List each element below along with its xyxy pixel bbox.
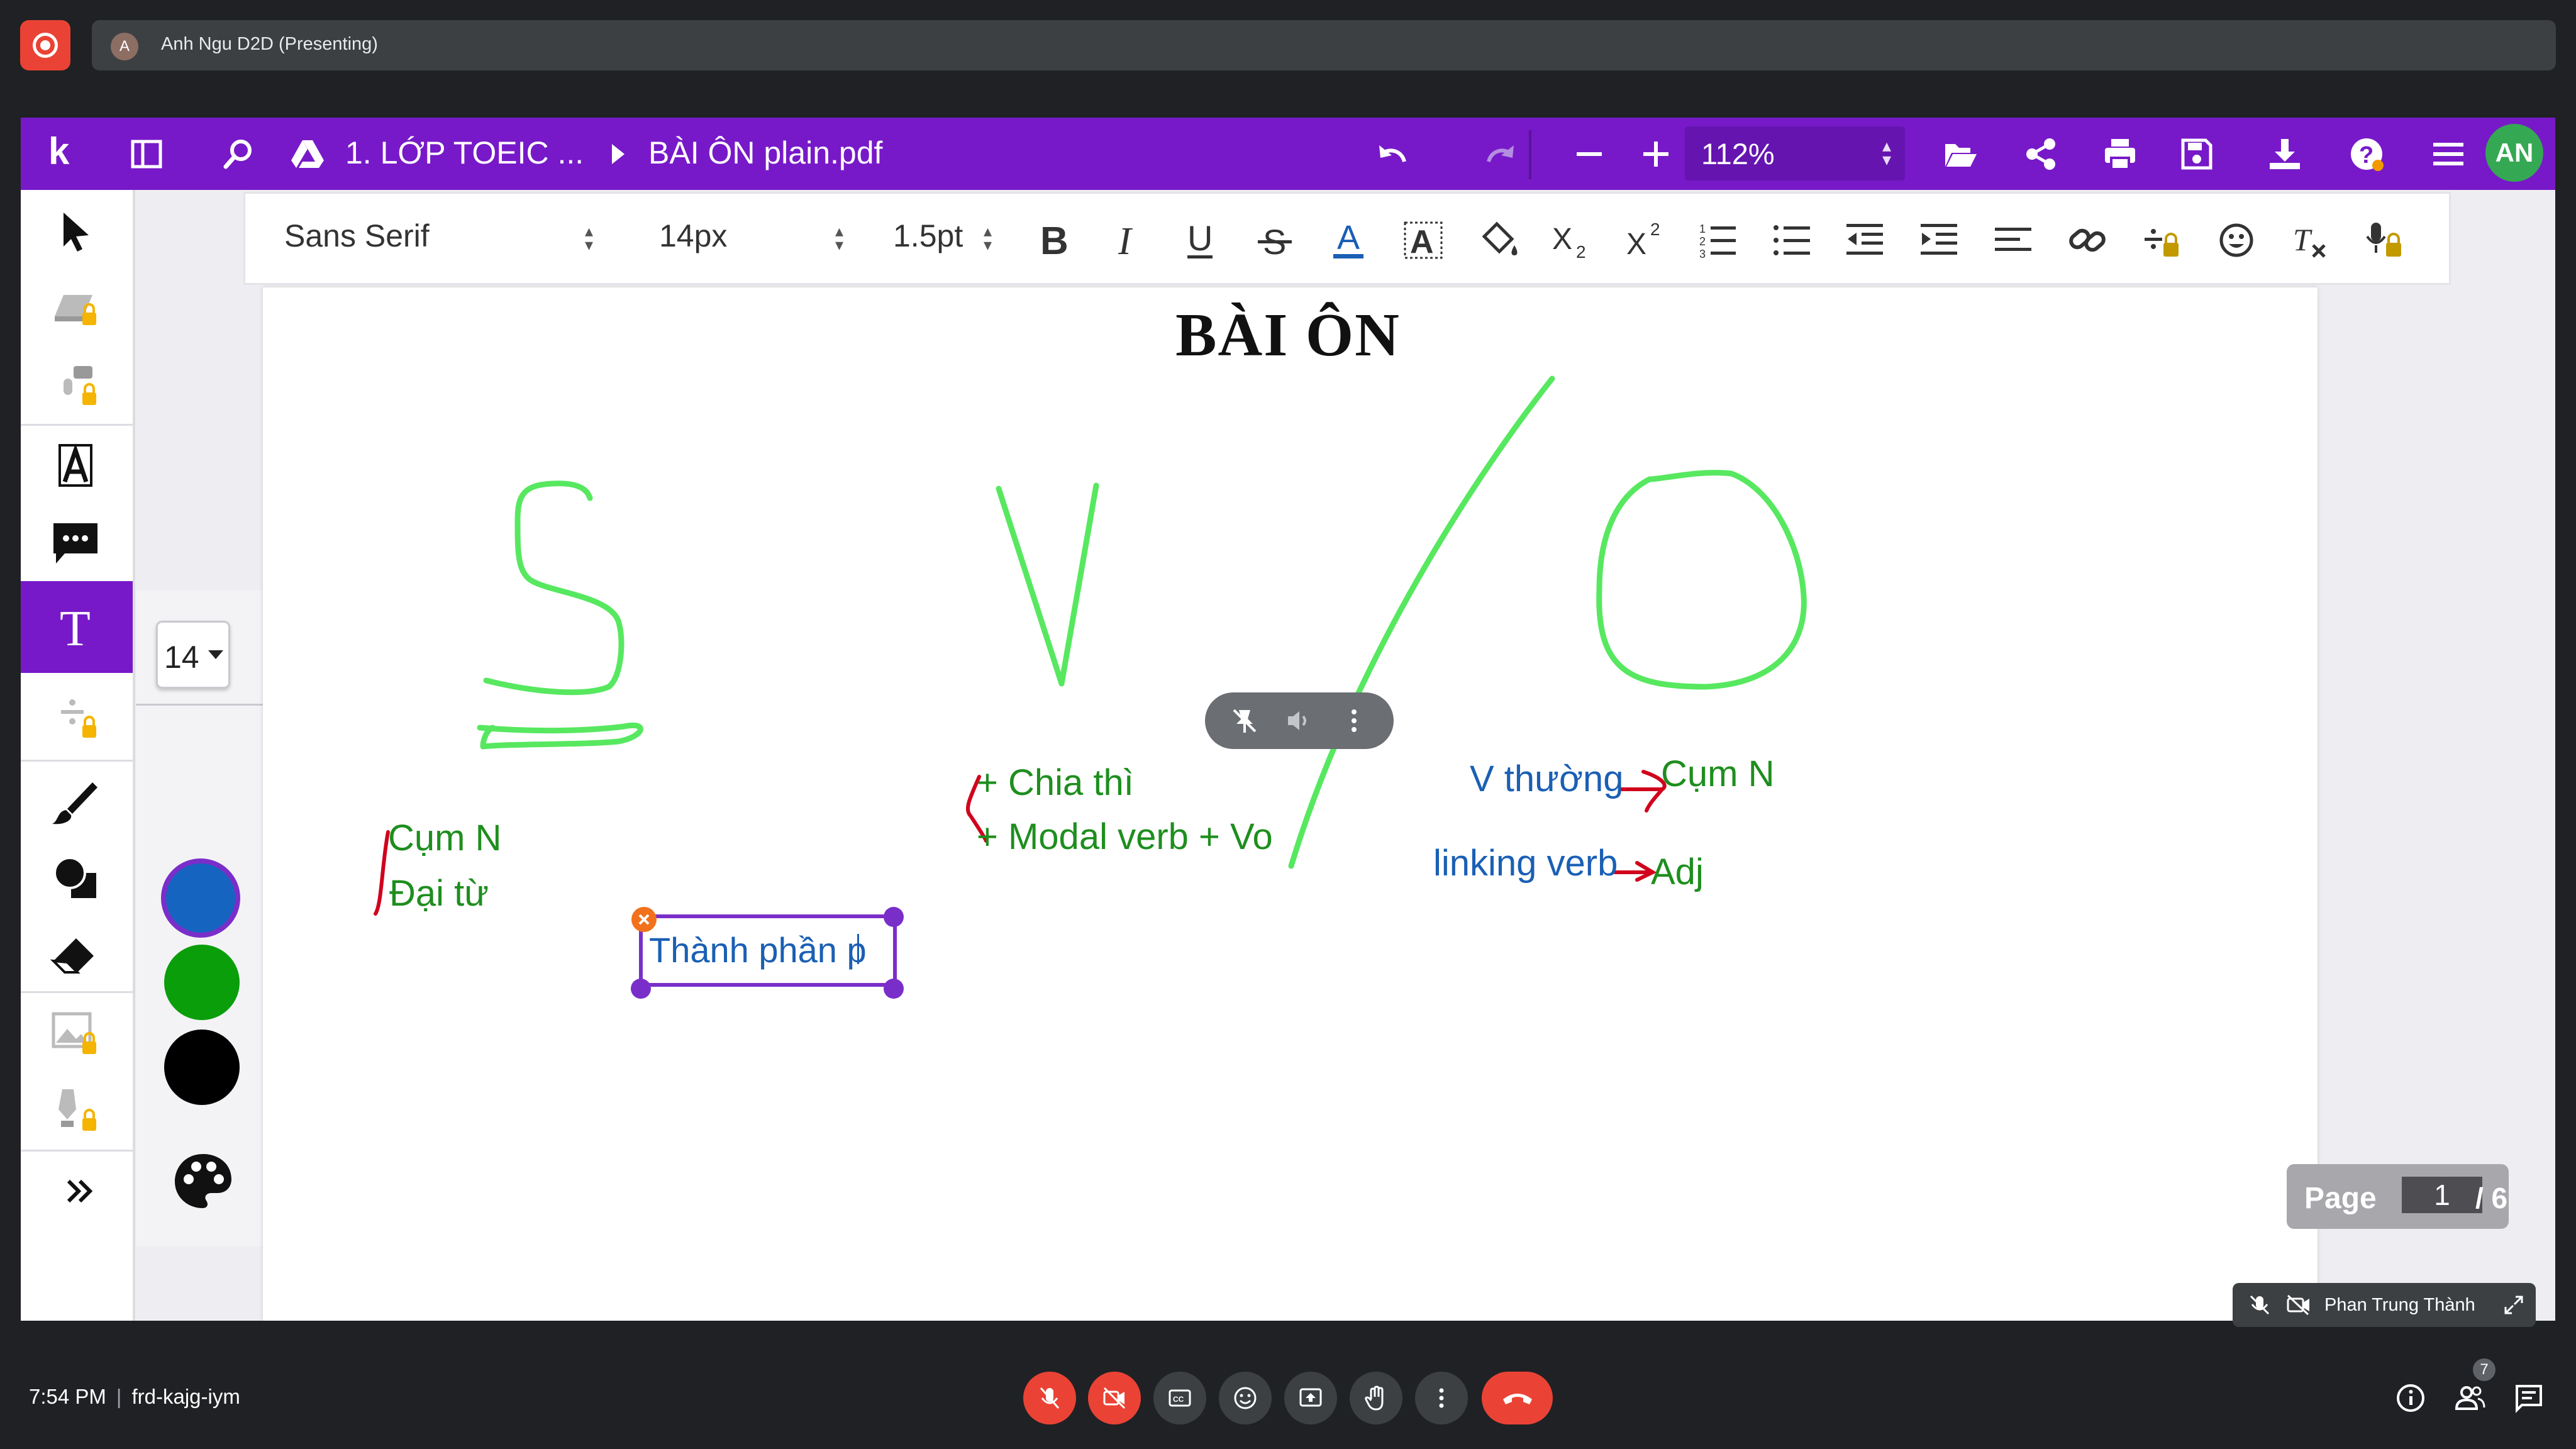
note-o-line1-right: Cụm N — [1661, 753, 1775, 794]
svg-text:CC: CC — [1173, 1395, 1184, 1404]
presenter-avatar: A — [111, 33, 138, 60]
mic-off-icon — [2250, 1295, 2270, 1315]
presenter-name: Anh Ngu D2D (Presenting) — [161, 34, 378, 54]
present-screen-icon — [1299, 1388, 1322, 1407]
present-button[interactable] — [1284, 1372, 1337, 1424]
volume-icon[interactable] — [1284, 706, 1313, 735]
page-number-input[interactable]: 1 — [2402, 1177, 2482, 1213]
note-v-item2: + Modal verb + Vo — [977, 816, 1273, 857]
resize-handle[interactable] — [631, 979, 651, 999]
camera-off-icon — [2287, 1294, 2309, 1316]
meeting-details-button[interactable] — [2394, 1381, 2428, 1415]
arrow-v-thuong — [1619, 770, 1667, 813]
resize-handle[interactable] — [884, 907, 904, 927]
recording-indicator[interactable] — [20, 20, 70, 70]
reactions-button[interactable] — [1219, 1372, 1272, 1424]
stroke-s-underline — [477, 723, 643, 750]
people-button[interactable] — [2453, 1381, 2487, 1415]
chat-button[interactable] — [2512, 1381, 2546, 1415]
chat-icon — [2516, 1385, 2542, 1413]
more-options-button[interactable] — [1415, 1372, 1468, 1424]
note-v-item1: + Chia thì — [977, 762, 1134, 803]
note-o-line2-left: linking verb — [1433, 843, 1618, 884]
hang-up-icon — [1503, 1394, 1532, 1404]
meeting-time: 7:54 PM — [29, 1385, 106, 1408]
emoji-icon — [1234, 1387, 1257, 1409]
page-navigator: Page 1 / 6 — [2287, 1164, 2509, 1229]
info-icon — [2397, 1384, 2424, 1412]
leave-call-button[interactable] — [1482, 1372, 1553, 1424]
participant-count-badge: 7 — [2473, 1358, 2496, 1381]
meeting-code[interactable]: frd-kajg-iym — [131, 1385, 240, 1408]
floating-meet-controls — [1205, 692, 1394, 749]
delete-annotation-icon[interactable] — [631, 907, 657, 932]
note-o-line1-left: V thường — [1470, 758, 1624, 799]
stroke-letter-o — [1596, 470, 1807, 690]
camera-toggle-button[interactable] — [1088, 1372, 1141, 1424]
note-s-item2: Đại từ — [389, 873, 489, 914]
resize-handle[interactable] — [884, 979, 904, 999]
stroke-letter-s — [483, 480, 625, 696]
raise-hand-button[interactable] — [1350, 1372, 1402, 1424]
more-vert-icon[interactable] — [1340, 706, 1368, 735]
participant-tile[interactable]: Phan Trung Thành — [2233, 1283, 2536, 1327]
hand-icon — [1365, 1385, 1384, 1411]
people-icon — [2455, 1386, 2485, 1410]
camera-off-icon — [1103, 1387, 1126, 1409]
note-o-line2-right: Adj — [1651, 852, 1704, 892]
arrow-linking-verb — [1613, 861, 1657, 882]
text-annotation-content[interactable]: Thành phần p — [649, 930, 867, 970]
text-cursor — [857, 934, 859, 964]
bracket-s — [374, 830, 390, 916]
note-s-item1: Cụm N — [388, 818, 502, 858]
more-vert-icon — [1439, 1388, 1444, 1408]
kami-app: k 1. LỚP TOEIC ... BÀI ÔN plain.pdf 112%… — [21, 118, 2555, 1321]
mic-toggle-button[interactable] — [1023, 1372, 1076, 1424]
mic-off-icon — [1040, 1387, 1060, 1409]
page-total: / 6 — [2475, 1182, 2508, 1214]
stroke-letter-v — [996, 482, 1099, 687]
unpin-icon[interactable] — [1230, 706, 1259, 735]
meeting-info: 7:54 PM | frd-kajg-iym — [29, 1385, 240, 1408]
closed-captions-icon: CC — [1169, 1389, 1191, 1407]
presenting-banner: A Anh Ngu D2D (Presenting) — [92, 20, 2556, 70]
captions-button[interactable]: CC — [1153, 1372, 1206, 1424]
expand-icon[interactable] — [2503, 1294, 2524, 1316]
